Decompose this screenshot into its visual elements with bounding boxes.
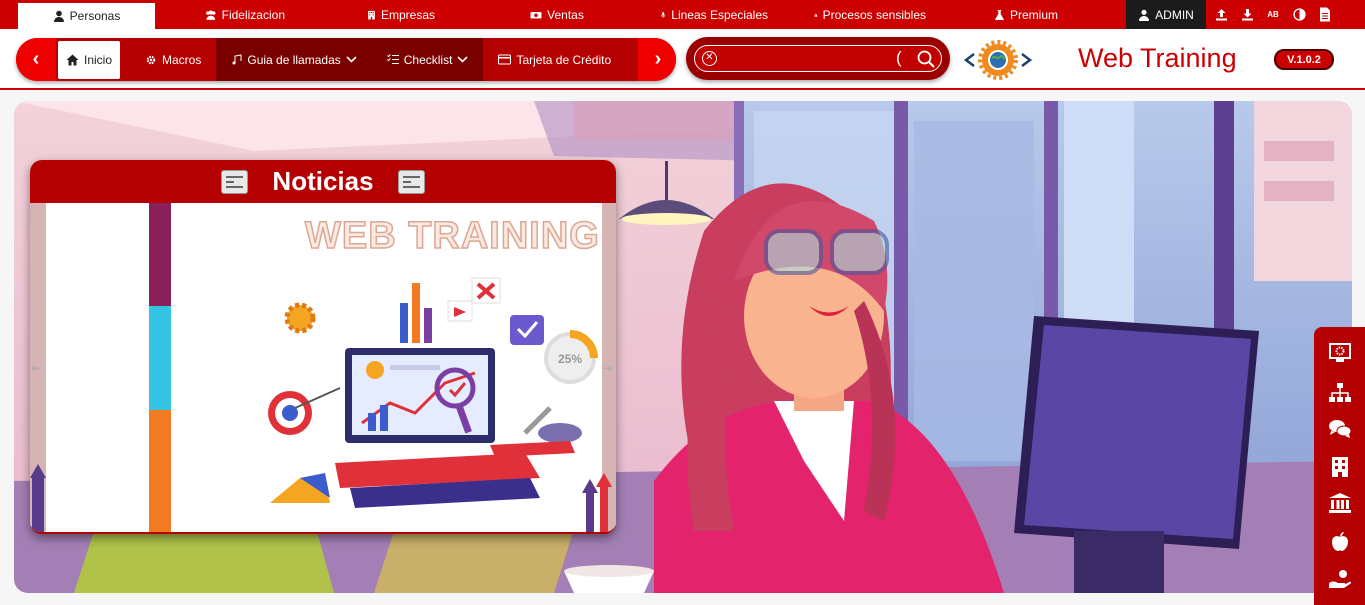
nav-item-macros[interactable]: Macros — [130, 38, 216, 81]
upload-icon — [1215, 9, 1227, 21]
news-slide[interactable]: ⇤ ⇥ WEB TRAINING 25% — [30, 203, 616, 532]
newspaper-icon — [397, 169, 425, 194]
microphone-icon — [661, 11, 666, 18]
tab-fidelizacion[interactable]: Fidelizacion — [205, 0, 285, 29]
news-title: Noticias — [272, 166, 374, 196]
growth-arrow-right — [582, 473, 612, 532]
money-icon — [530, 11, 542, 18]
document-icon — [1320, 7, 1330, 22]
search-icon[interactable] — [917, 50, 935, 68]
slide-badge: 25% — [558, 352, 582, 366]
nav-next-button[interactable]: › — [638, 38, 676, 81]
person-icon — [53, 10, 64, 22]
newspaper-icon — [221, 169, 249, 194]
document-button[interactable] — [1312, 0, 1338, 29]
building-icon — [368, 10, 375, 19]
brand-logo — [964, 40, 1032, 80]
spellcheck-button[interactable]: AB — [1260, 0, 1286, 29]
section-nav: ‹ Inicio Macros Guia de llamadas Checkli… — [16, 38, 676, 81]
nav-item-tarjeta-de-credito[interactable]: Tarjeta de Crédito — [483, 38, 626, 81]
nav-item-label: Inicio — [84, 52, 113, 67]
nav-item-label: Macros — [162, 52, 202, 67]
color-bar-purple — [149, 203, 171, 306]
users-icon — [206, 10, 216, 20]
top-tools: AB — [1208, 0, 1338, 29]
admin-label: ADMIN — [1155, 7, 1194, 22]
slide-heading: WEB TRAINING — [304, 214, 600, 258]
quick-access-bank[interactable] — [1327, 490, 1353, 516]
tab-label: Fidelizacion — [221, 7, 285, 22]
sitemap-icon — [1329, 383, 1351, 402]
clear-icon[interactable]: ✕ — [702, 51, 717, 66]
upload-button[interactable] — [1208, 0, 1234, 29]
music-note-icon — [232, 54, 242, 65]
tab-empresas[interactable]: Empresas — [367, 0, 435, 29]
checklist-icon — [386, 54, 399, 64]
chevron-left-icon: ‹ — [32, 48, 40, 70]
top-navigation-bar: Personas Fidelizacion Empresas Ventas Li… — [0, 0, 1365, 29]
quick-access-monitor[interactable] — [1327, 340, 1353, 366]
tab-label: Procesos sensibles — [822, 7, 926, 22]
version-badge: V.1.0.2 — [1274, 49, 1334, 70]
monitor-gear-icon — [1329, 343, 1351, 362]
tab-premium[interactable]: Premium — [994, 0, 1058, 29]
quick-access-comments[interactable] — [1327, 416, 1353, 442]
nav-item-label: Checklist — [403, 52, 453, 67]
bank-icon — [1329, 493, 1351, 513]
nav-items: Inicio Macros Guia de llamadas Checklist… — [58, 38, 636, 81]
download-button[interactable] — [1234, 0, 1260, 29]
credit-card-icon — [498, 54, 512, 65]
tab-label: Ventas — [547, 7, 584, 22]
color-bar-cyan — [149, 306, 171, 410]
quick-access-building[interactable] — [1327, 454, 1353, 480]
color-bar-orange — [149, 410, 171, 532]
tab-label: Empresas — [380, 7, 435, 22]
search-box: ✕ ( — [694, 45, 942, 72]
analytics-illustration: 25% — [268, 277, 598, 508]
hand-holding-icon — [1329, 570, 1351, 588]
nav-item-label: Guia de llamadas — [247, 52, 341, 67]
comments-icon — [1329, 420, 1351, 438]
tab-label: Personas — [69, 9, 121, 23]
nav-item-label: Tarjeta de Crédito — [516, 52, 612, 67]
building-icon — [1332, 457, 1348, 477]
home-icon — [66, 54, 79, 65]
quick-access-hand-holding[interactable] — [1327, 566, 1353, 592]
tab-ventas[interactable]: Ventas — [530, 0, 584, 29]
tab-procesos-sensibles[interactable]: Procesos sensibles — [814, 0, 926, 29]
download-icon — [1241, 9, 1253, 21]
nav-item-inicio[interactable]: Inicio — [58, 40, 121, 79]
quick-access-apple[interactable] — [1327, 528, 1353, 554]
search-container: ✕ ( — [686, 37, 950, 80]
news-card: Noticias ⇤ ⇥ WEB TRAINING 25% — [30, 160, 616, 534]
warning-icon — [814, 12, 818, 17]
slide-prev-icon[interactable]: ⇤ — [32, 361, 42, 375]
chevron-down-icon — [346, 56, 357, 63]
chevron-down-icon — [457, 56, 469, 63]
search-input[interactable] — [723, 49, 891, 69]
nav-item-guia-de-llamadas[interactable]: Guia de llamadas — [216, 38, 372, 81]
flask-icon — [994, 9, 1005, 20]
quick-access-sidebar — [1314, 327, 1365, 605]
news-header: Noticias — [30, 160, 616, 203]
tab-personas[interactable]: Personas — [18, 3, 155, 29]
apple-icon — [1332, 532, 1348, 551]
contrast-icon — [1292, 8, 1306, 21]
tab-lineas-especiales[interactable]: Lineas Especiales — [660, 0, 768, 29]
spellcheck-icon: AB — [1267, 10, 1279, 19]
brand-name: Web Training — [1078, 43, 1237, 73]
chevron-right-icon: › — [654, 48, 662, 70]
nav-item-checklist[interactable]: Checklist — [371, 38, 484, 81]
admin-user-icon — [1139, 9, 1150, 21]
gear-icon — [146, 55, 156, 64]
tab-label: Lineas Especiales — [671, 7, 768, 22]
contrast-button[interactable] — [1286, 0, 1312, 29]
main-navigation-bar: ‹ Inicio Macros Guia de llamadas Checkli… — [0, 29, 1365, 90]
tab-label: Premium — [1009, 7, 1058, 22]
admin-button[interactable]: ADMIN — [1126, 0, 1206, 29]
quick-access-sitemap[interactable] — [1327, 380, 1353, 406]
growth-arrow-left — [30, 464, 46, 532]
nav-prev-button[interactable]: ‹ — [16, 38, 56, 81]
search-bracket-icon: ( — [896, 48, 902, 67]
